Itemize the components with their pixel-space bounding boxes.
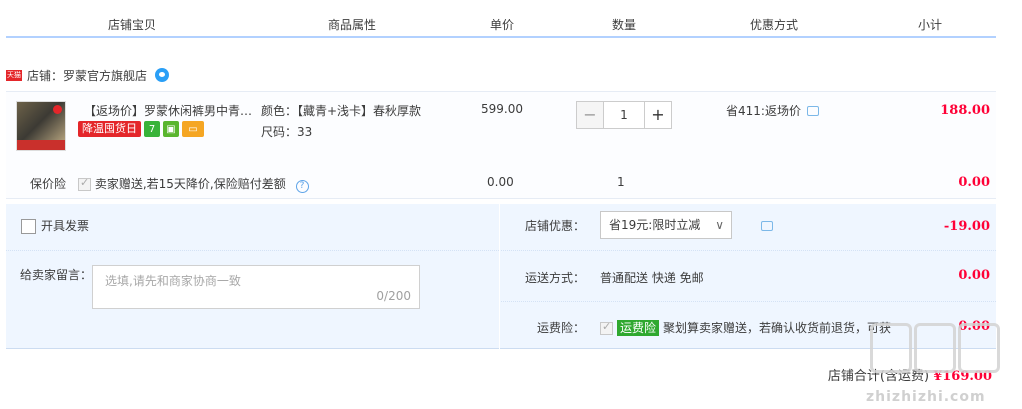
watermark-glyph	[870, 323, 912, 373]
watermark-logo	[870, 323, 1000, 373]
promo-tag: 降温囤货日	[78, 121, 141, 137]
credit-card-icon: ▭	[182, 121, 204, 137]
freight-insurance-option: 运费险聚划算卖家赠送，若确认收货前退货，可获	[600, 319, 891, 336]
product-tags: 降温囤货日 7 ▣ ▭	[78, 121, 204, 137]
insurance-subtotal: 0.00	[958, 175, 990, 190]
col-quantity: 数量	[611, 18, 637, 32]
freight-insurance-tag: 运费险	[617, 320, 660, 336]
product-title[interactable]: 【返场价】罗蒙休闲裤男中青年...	[84, 102, 260, 119]
shop-name[interactable]: 店铺：罗蒙官方旗舰店	[27, 67, 147, 84]
col-discount: 优惠方式	[749, 18, 799, 32]
message-placeholder: 选填,请先和商家协商一致	[105, 274, 241, 288]
order-options: 开具发票 给卖家留言： 选填,请先和商家协商一致 0/200 店铺优惠： 省19…	[6, 204, 996, 349]
shop-line: 天猫 店铺：罗蒙官方旗舰店	[6, 66, 170, 84]
freight-insurance-label: 运费险：	[537, 321, 586, 335]
shop-discount-label: 店铺优惠：	[525, 219, 586, 233]
invoice-label: 开具发票	[41, 219, 90, 233]
insurance-option: 卖家赠送,若15天降价,保险赔付差额 ?	[78, 175, 309, 193]
comment-icon[interactable]	[761, 221, 773, 231]
watermark-glyph	[914, 323, 956, 373]
thumb-banner	[17, 140, 65, 150]
chevron-down-icon: ∨	[715, 218, 724, 232]
product-thumbnail[interactable]	[16, 101, 66, 151]
seller-message-input[interactable]: 选填,请先和商家协商一致 0/200	[92, 265, 420, 309]
shop-discount-select[interactable]: 省19元:限时立减 ∨	[600, 211, 732, 239]
size-attribute: 尺码：33	[261, 125, 313, 139]
insurance-label: 保价险	[30, 177, 67, 191]
color-attribute: 颜色：【藏青+浅卡】春秋厚款	[261, 104, 422, 118]
comment-icon[interactable]	[806, 105, 819, 116]
freight-insurance-checkbox[interactable]	[600, 320, 613, 335]
insurance-checkbox[interactable]	[78, 176, 91, 191]
discount-label: 省411:返场价	[726, 104, 801, 118]
qty-input[interactable]: 1	[604, 101, 644, 129]
watermark-url: zhizhizhi.com	[866, 389, 986, 405]
shipping-amount: 0.00	[958, 268, 990, 283]
order-left-panel: 开具发票 给卖家留言： 选填,请先和商家协商一致 0/200	[6, 204, 500, 349]
help-icon[interactable]: ?	[295, 180, 309, 193]
shop-discount-amount: -19.00	[943, 219, 990, 234]
discount-method: 省411:返场价	[726, 102, 819, 119]
guarantee-icon: ▣	[163, 121, 179, 137]
shipping-label: 运送方式：	[525, 271, 586, 285]
shipping-value: 普通配送 快递 免邮	[600, 271, 704, 285]
cart-column-header: 店铺宝贝 商品属性 单价 数量 优惠方式 小计	[6, 10, 996, 38]
tmall-icon: 天猫	[6, 69, 22, 81]
col-subtotal: 小计	[917, 18, 943, 32]
thumb-badge	[53, 105, 62, 114]
invoice-option[interactable]: 开具发票	[21, 217, 89, 234]
quantity-stepper: − 1 +	[576, 101, 672, 129]
qty-plus-button[interactable]: +	[644, 101, 672, 129]
divider	[6, 250, 499, 251]
message-label: 给卖家留言：	[20, 268, 93, 282]
seven-day-return-icon: 7	[144, 121, 160, 137]
shop-discount-value: 省19元:限时立减	[609, 218, 701, 232]
divider	[501, 301, 996, 302]
insurance-price: 0.00	[487, 175, 514, 189]
col-attributes: 商品属性	[327, 18, 377, 32]
watermark-glyph	[958, 323, 1000, 373]
message-counter: 0/200	[376, 289, 411, 303]
insurance-desc: 卖家赠送,若15天降价,保险赔付差额	[94, 177, 286, 191]
freight-insurance-desc: 聚划算卖家赠送，若确认收货前退货，可获	[663, 321, 892, 335]
col-shop-items: 店铺宝贝	[107, 18, 157, 32]
site-watermark: zhizhizhi.com	[866, 323, 1000, 405]
invoice-checkbox[interactable]	[21, 219, 36, 234]
qty-minus-button[interactable]: −	[576, 101, 604, 129]
cart-item: 【返场价】罗蒙休闲裤男中青年... 降温囤货日 7 ▣ ▭ 颜色：【藏青+浅卡】…	[6, 91, 996, 199]
insurance-quantity: 1	[617, 175, 625, 189]
unit-price: 599.00	[481, 102, 523, 116]
divider	[501, 250, 996, 251]
col-unit-price: 单价	[489, 18, 515, 32]
chat-icon[interactable]	[155, 68, 170, 82]
item-subtotal: 188.00	[940, 103, 990, 118]
